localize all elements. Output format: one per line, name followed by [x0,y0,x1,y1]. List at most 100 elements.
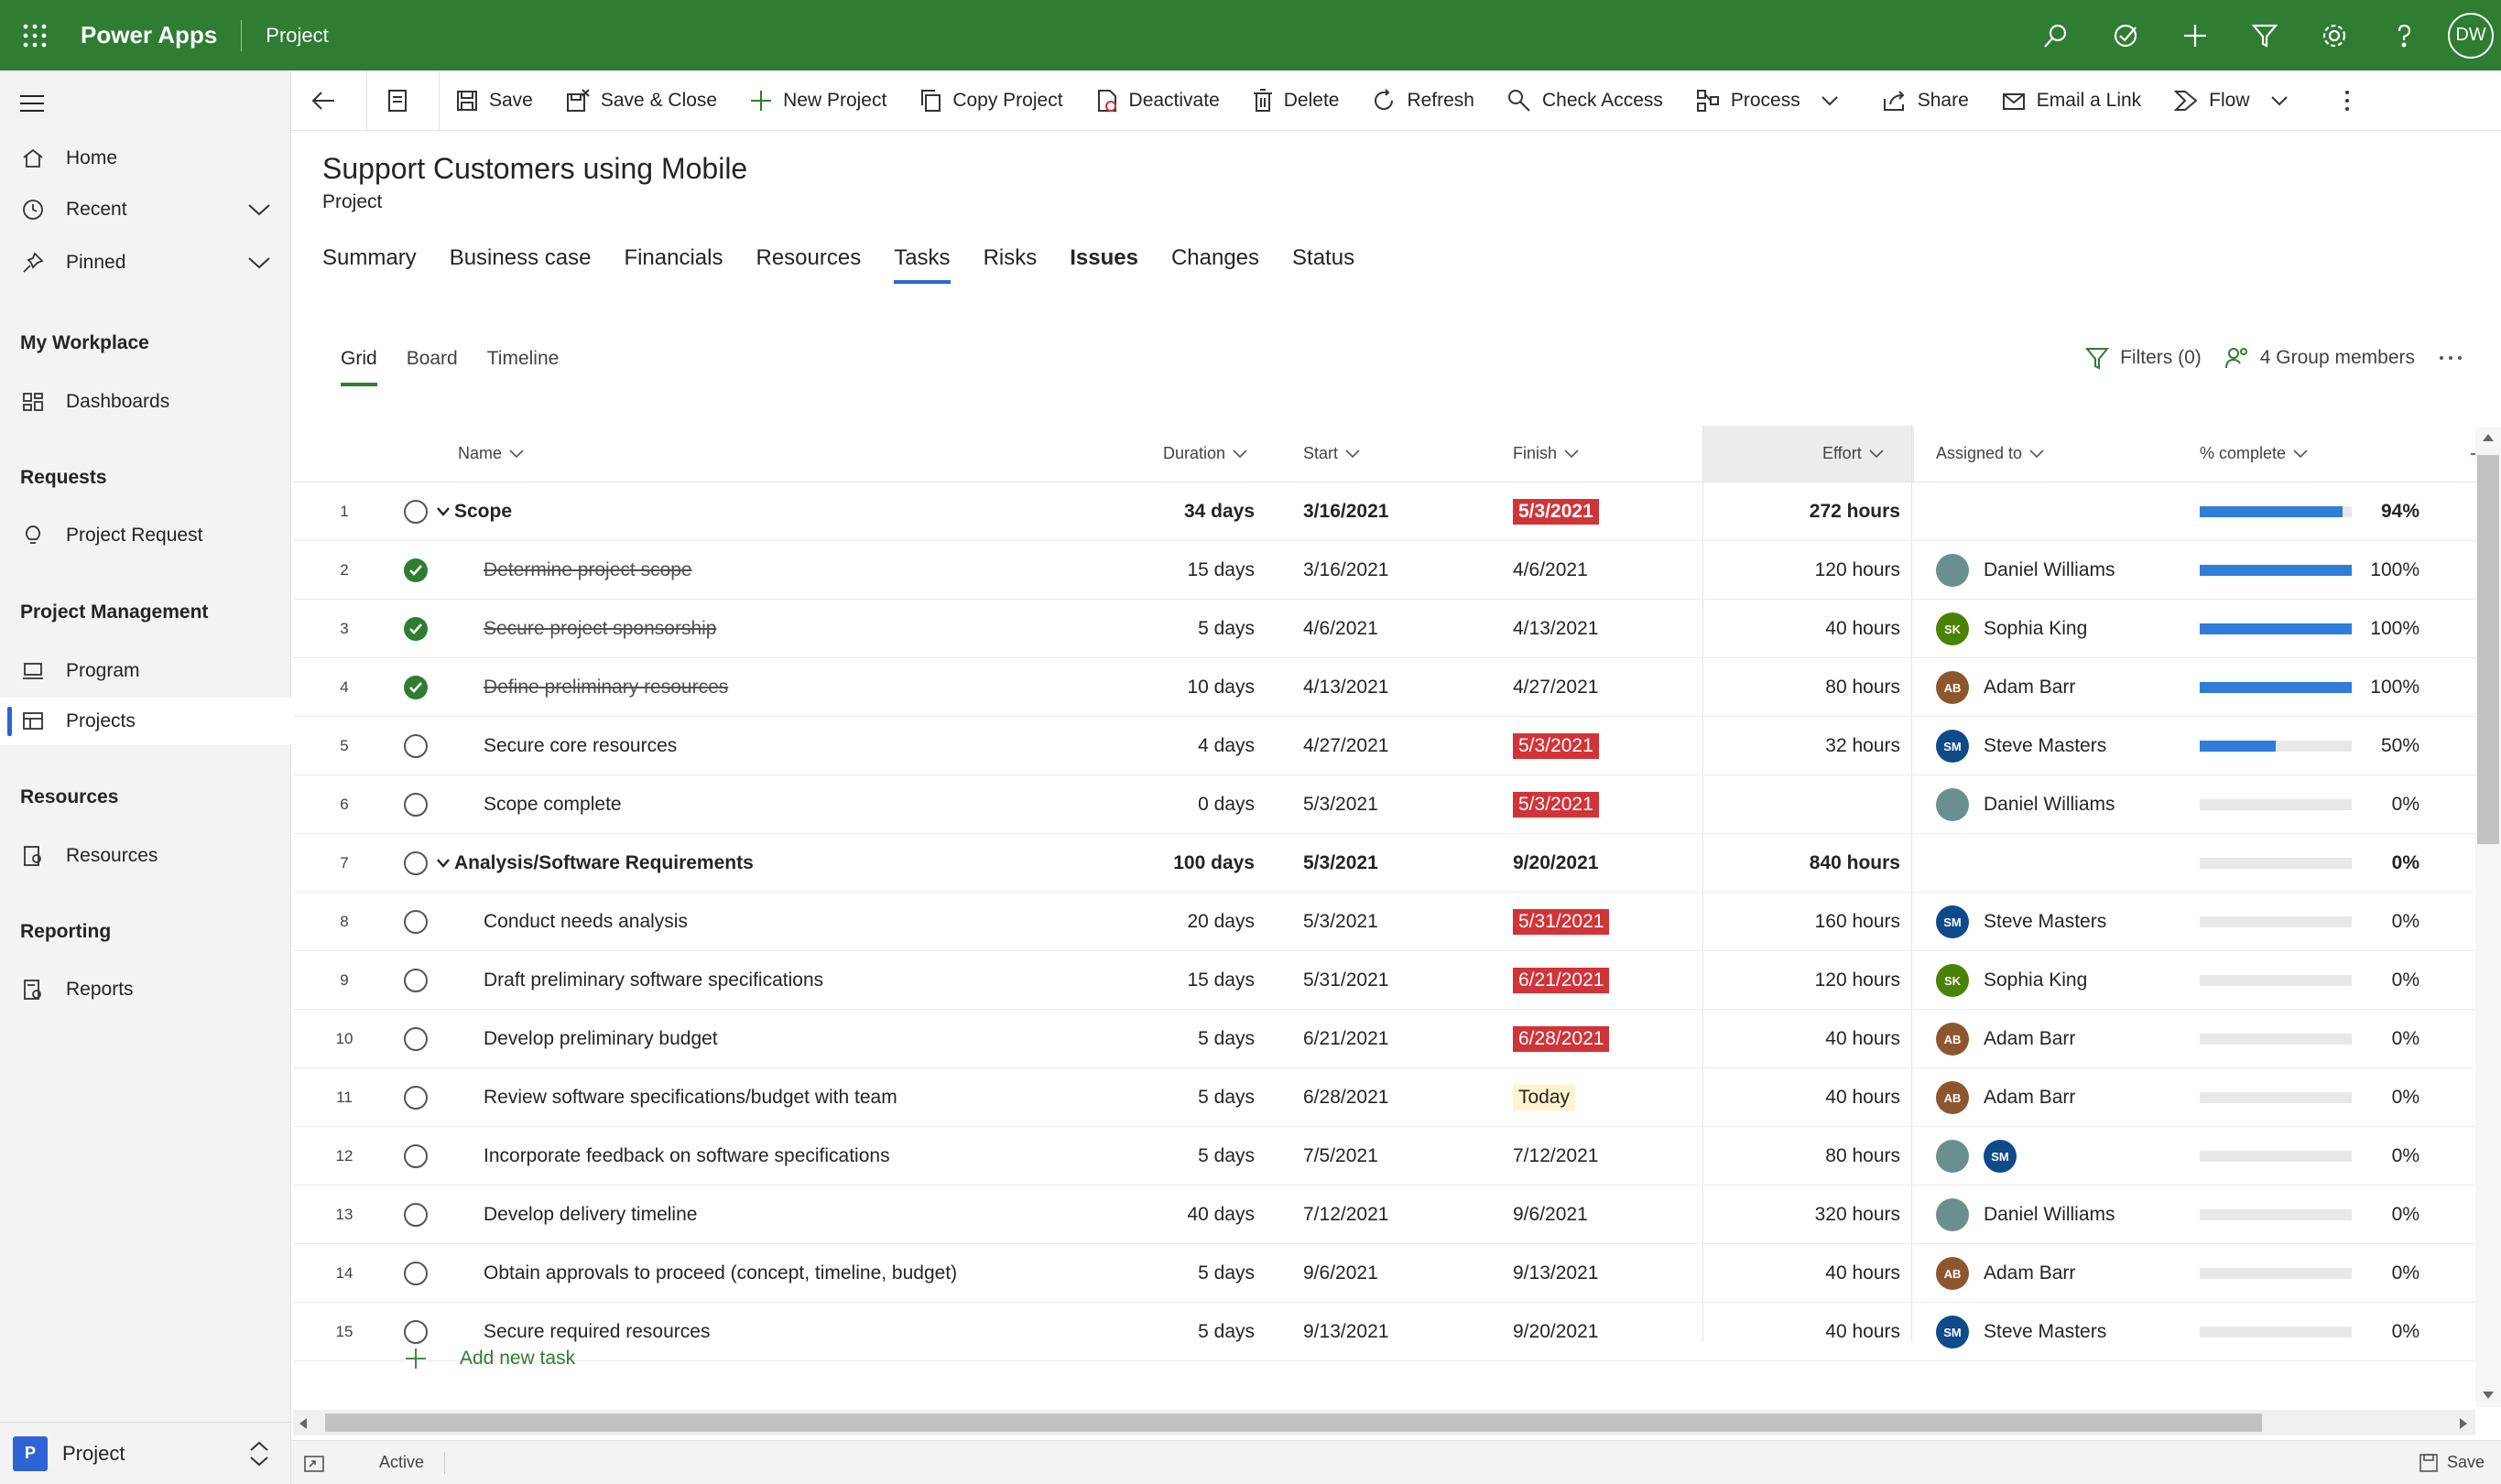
chevron-down-icon[interactable] [436,858,451,869]
share-button[interactable]: Share [1866,70,1985,131]
task-name[interactable]: Scope complete [484,775,1399,834]
col-header-name[interactable]: Name [458,426,525,482]
task-percent-complete[interactable]: 100% [2200,658,2465,717]
collapse-nav-button[interactable] [20,94,44,117]
deactivate-button[interactable]: Deactivate [1080,70,1236,131]
task-complete-checkbox[interactable] [394,1068,438,1127]
task-finish[interactable]: 9/20/2021 [1513,1303,1696,1361]
table-row[interactable]: 10 Develop preliminary budget 5 days 6/21/2… [293,1010,2477,1068]
tab-tasks[interactable]: Tasks [894,245,951,284]
task-complete-checkbox[interactable] [394,717,438,775]
task-assigned[interactable]: Daniel Williams [1936,775,2238,834]
nav-home[interactable]: Home [0,135,291,182]
task-complete-checkbox[interactable] [394,1010,438,1068]
tab-status[interactable]: Status [1292,245,1354,284]
table-row[interactable]: 1 Scope 34 days 3/16/2021 5/3/2021 272 hours 9… [293,482,2477,541]
horizontal-scroll-thumb[interactable] [325,1414,2262,1432]
task-start[interactable]: 9/13/2021 [1303,1303,1486,1361]
task-complete-checkbox[interactable] [394,658,438,717]
task-duration[interactable]: 34 days [1117,482,1255,541]
area-switcher[interactable]: P Project [0,1422,291,1484]
task-start[interactable]: 5/31/2021 [1303,951,1486,1010]
view-tab-grid[interactable]: Grid [341,348,377,386]
task-effort[interactable]: 40 hours [1703,1244,1909,1303]
task-finish[interactable]: Today [1513,1068,1696,1127]
task-duration[interactable]: 5 days [1117,1068,1255,1127]
task-percent-complete[interactable]: 0% [2200,1244,2465,1303]
nav-program[interactable]: Program [0,647,291,695]
table-row[interactable]: 15 Secure required resources 5 days 9/13/20… [293,1303,2477,1361]
task-percent-complete[interactable]: 50% [2200,717,2465,775]
nav-reports[interactable]: Reports [0,966,291,1013]
task-effort[interactable]: 320 hours [1703,1186,1909,1244]
app-launcher-button[interactable] [0,0,70,70]
tab-issues[interactable]: Issues [1070,245,1138,284]
task-complete-checkbox[interactable] [394,600,438,658]
task-duration[interactable]: 15 days [1117,951,1255,1010]
more-commands-button[interactable] [2327,70,2378,131]
task-duration[interactable]: 0 days [1117,775,1255,834]
check-access-button[interactable]: Check Access [1491,70,1680,131]
task-complete-checkbox[interactable] [394,1186,438,1244]
task-percent-complete[interactable]: 0% [2200,893,2465,951]
task-complete-checkbox[interactable] [394,951,438,1010]
task-start[interactable]: 5/3/2021 [1303,834,1486,893]
view-tab-timeline[interactable]: Timeline [487,348,560,386]
task-name[interactable]: Develop preliminary budget [484,1010,1399,1068]
task-assigned[interactable] [1936,834,2238,893]
task-duration[interactable]: 40 days [1117,1186,1255,1244]
task-name[interactable]: Secure project sponsorship [484,600,1399,658]
task-percent-complete[interactable]: 0% [2200,1186,2465,1244]
task-finish[interactable]: 6/21/2021 [1513,951,1696,1010]
task-duration[interactable]: 5 days [1117,1303,1255,1361]
nav-pinned[interactable]: Pinned [0,239,291,287]
help-button[interactable] [2369,0,2439,70]
task-effort[interactable]: 32 hours [1703,717,1909,775]
task-effort[interactable] [1703,775,1909,834]
task-percent-complete[interactable]: 0% [2200,834,2465,893]
task-effort[interactable]: 80 hours [1703,1127,1909,1186]
task-assigned[interactable]: AB Adam Barr [1936,1244,2238,1303]
task-percent-complete[interactable]: 0% [2200,1127,2465,1186]
task-finish[interactable]: 9/13/2021 [1513,1244,1696,1303]
table-row[interactable]: 9 Draft preliminary software specificatio… [293,951,2477,1010]
nav-projects[interactable]: Projects [0,698,291,745]
task-complete-checkbox[interactable] [394,893,438,951]
table-row[interactable]: 12 Incorporate feedback on software speci… [293,1127,2477,1186]
task-assigned[interactable]: Daniel Williams [1936,541,2238,600]
tab-risks[interactable]: Risks [984,245,1038,284]
nav-project-request[interactable]: Project Request [0,512,291,559]
task-complete-checkbox[interactable] [394,834,438,893]
task-assigned[interactable]: AB Adam Barr [1936,658,2238,717]
search-button[interactable] [2021,0,2091,70]
filters-button[interactable]: Filters (0) [2085,346,2202,370]
task-duration[interactable]: 4 days [1117,717,1255,775]
open-in-window-icon[interactable] [304,1454,324,1472]
chevron-down-icon[interactable] [247,199,271,221]
task-finish[interactable]: 7/12/2021 [1513,1127,1696,1186]
new-button[interactable] [2160,0,2230,70]
user-avatar[interactable]: DW [2448,12,2494,59]
task-percent-complete[interactable]: 100% [2200,541,2465,600]
app-name[interactable]: Power Apps [81,21,217,49]
col-header-duration[interactable]: Duration [1163,426,1248,482]
col-header-finish[interactable]: Finish [1513,426,1580,482]
tab-summary[interactable]: Summary [322,245,417,284]
task-percent-complete[interactable]: 100% [2200,600,2465,658]
task-assigned[interactable]: SK Sophia King [1936,600,2238,658]
task-start[interactable]: 9/6/2021 [1303,1244,1486,1303]
task-effort[interactable]: 40 hours [1703,1068,1909,1127]
task-start[interactable]: 5/3/2021 [1303,775,1486,834]
group-members-button[interactable]: 4 Group members [2224,346,2415,370]
new-project-button[interactable]: New Project [734,70,903,131]
nav-resources[interactable]: Resources [0,832,291,880]
task-complete-checkbox[interactable] [394,541,438,600]
save-button[interactable]: Save [440,70,549,131]
task-finish[interactable]: 5/3/2021 [1513,717,1696,775]
task-start[interactable]: 7/12/2021 [1303,1186,1486,1244]
chevron-down-icon[interactable] [247,252,271,274]
save-close-button[interactable]: Save & Close [549,70,734,131]
task-start[interactable]: 4/27/2021 [1303,717,1486,775]
add-new-task-button[interactable]: Add new task [394,1332,575,1385]
table-row[interactable]: 4 Define preliminary resources 10 days 4/13… [293,658,2477,717]
